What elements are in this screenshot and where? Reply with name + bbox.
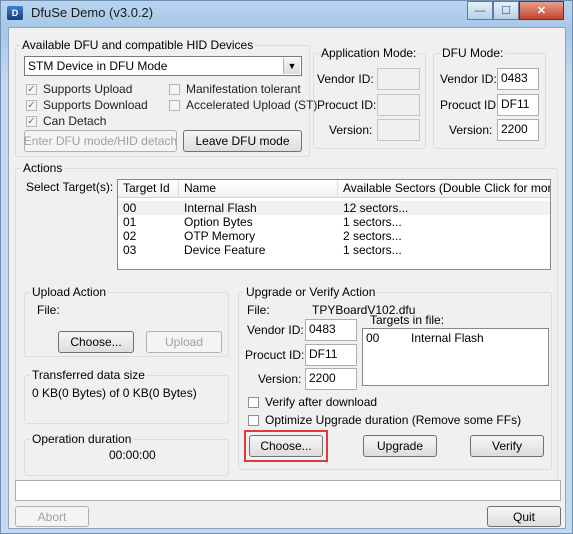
accelerated-upload-label: Accelerated Upload (ST) xyxy=(186,98,318,112)
column-name[interactable]: Name xyxy=(179,180,338,197)
can-detach-checkbox: ✓ Can Detach xyxy=(26,114,106,128)
optimize-upgrade-checkbox[interactable]: Optimize Upgrade duration (Remove some F… xyxy=(248,413,521,427)
actions-group-label: Actions xyxy=(21,161,65,175)
manifestation-tolerant-label: Manifestation tolerant xyxy=(186,82,301,96)
device-select-value: STM Device in DFU Mode xyxy=(28,59,168,73)
verify-after-download-checkbox[interactable]: Verify after download xyxy=(248,395,377,409)
upload-file-label: File: xyxy=(37,303,60,317)
upgrade-choose-button[interactable]: Choose... xyxy=(249,435,323,457)
dfu-mode-label: DFU Mode: xyxy=(440,46,506,60)
target-id: 03 xyxy=(123,243,137,257)
file-target-name: Internal Flash xyxy=(411,331,484,345)
targets-list[interactable]: Target Id Name Available Sectors (Double… xyxy=(117,179,551,270)
target-id: 00 xyxy=(123,201,137,215)
app-product-label: Procuct ID: xyxy=(317,98,377,112)
check-icon: ✓ xyxy=(26,99,37,111)
operation-duration-label: Operation duration xyxy=(30,432,134,446)
target-name: OTP Memory xyxy=(184,229,256,243)
optimize-upgrade-label: Optimize Upgrade duration (Remove some F… xyxy=(265,413,522,427)
abort-button[interactable]: Abort xyxy=(15,506,89,527)
targets-list-header: Target Id Name Available Sectors (Double… xyxy=(118,180,550,198)
status-bar xyxy=(15,480,561,501)
maximize-button[interactable]: ☐ xyxy=(493,1,519,20)
dfu-product-label: Procuct ID: xyxy=(440,98,500,112)
target-row[interactable]: 02 OTP Memory 2 sectors... xyxy=(118,229,550,243)
upload-choose-button[interactable]: Choose... xyxy=(58,331,134,353)
upgrade-vendor-label: Vendor ID: xyxy=(247,323,304,337)
target-name: Internal Flash xyxy=(184,201,257,215)
upgrade-vendor-field: 0483 xyxy=(305,319,357,341)
empty-checkbox-icon xyxy=(169,83,180,95)
upgrade-product-label: Procuct ID: xyxy=(245,348,305,362)
app-version-label: Version: xyxy=(329,123,373,137)
enter-dfu-mode-button[interactable]: Enter DFU mode/HID detach xyxy=(24,130,177,152)
transferred-value: 0 KB(0 Bytes) of 0 KB(0 Bytes) xyxy=(32,386,197,400)
transferred-label: Transferred data size xyxy=(30,368,147,382)
upload-button[interactable]: Upload xyxy=(146,331,222,353)
app-product-field xyxy=(377,94,420,116)
window-title: DfuSe Demo (v3.0.2) xyxy=(31,5,154,20)
targets-in-file-list[interactable]: 00 Internal Flash xyxy=(362,328,549,386)
dfu-version-label: Version: xyxy=(449,123,493,137)
upgrade-file-label: File: xyxy=(247,303,270,317)
supports-upload-checkbox: ✓ Supports Upload xyxy=(26,82,132,96)
target-sectors: 12 sectors... xyxy=(343,201,409,215)
target-sectors: 1 sectors... xyxy=(343,243,402,257)
target-sectors: 2 sectors... xyxy=(343,229,402,243)
device-select[interactable]: STM Device in DFU Mode ▼ xyxy=(24,56,302,76)
target-sectors: 1 sectors... xyxy=(343,215,402,229)
dfu-vendor-label: Vendor ID: xyxy=(440,72,497,86)
app-vendor-label: Vendor ID: xyxy=(317,72,374,86)
empty-checkbox-icon xyxy=(169,99,180,111)
dfu-version-field: 2200 xyxy=(497,119,539,141)
supports-download-label: Supports Download xyxy=(43,98,148,112)
verify-button[interactable]: Verify xyxy=(470,435,544,457)
app-window: D DfuSe Demo (v3.0.2) — ☐ ✕ Available DF… xyxy=(0,0,573,534)
target-row[interactable]: 03 Device Feature 1 sectors... xyxy=(118,243,550,257)
supports-upload-label: Supports Upload xyxy=(43,82,133,96)
list-item[interactable]: 00 Internal Flash xyxy=(363,331,548,345)
target-row[interactable]: 00 Internal Flash 12 sectors... xyxy=(118,201,550,215)
target-id: 01 xyxy=(123,215,137,229)
app-version-field xyxy=(377,119,420,141)
minimize-button[interactable]: — xyxy=(467,1,493,20)
check-icon: ✓ xyxy=(26,83,37,95)
verify-after-download-label: Verify after download xyxy=(265,395,378,409)
column-target-id[interactable]: Target Id xyxy=(118,180,179,197)
app-vendor-field xyxy=(377,68,420,90)
chevron-down-icon[interactable]: ▼ xyxy=(283,58,300,74)
accelerated-upload-checkbox: Accelerated Upload (ST) xyxy=(169,98,317,112)
manifestation-tolerant-checkbox: Manifestation tolerant xyxy=(169,82,301,96)
upgrade-version-label: Version: xyxy=(258,372,302,386)
select-targets-label: Select Target(s): xyxy=(26,180,114,194)
operation-duration-value: 00:00:00 xyxy=(109,448,156,462)
supports-download-checkbox: ✓ Supports Download xyxy=(26,98,148,112)
upgrade-product-field: DF11 xyxy=(305,344,357,366)
file-target-id: 00 xyxy=(366,331,380,345)
devices-group-label: Available DFU and compatible HID Devices xyxy=(20,38,256,52)
application-mode-label: Application Mode: xyxy=(319,46,419,60)
app-icon: D xyxy=(7,6,23,20)
upgrade-version-field: 2200 xyxy=(305,368,357,390)
target-name: Device Feature xyxy=(184,243,266,257)
leave-dfu-mode-button[interactable]: Leave DFU mode xyxy=(183,130,302,152)
empty-checkbox-icon[interactable] xyxy=(248,414,259,426)
dfu-product-field: DF11 xyxy=(497,94,539,116)
column-available-sectors[interactable]: Available Sectors (Double Click for more… xyxy=(338,180,550,197)
target-name: Option Bytes xyxy=(184,215,253,229)
close-button[interactable]: ✕ xyxy=(519,1,564,20)
upgrade-button[interactable]: Upgrade xyxy=(363,435,437,457)
check-icon: ✓ xyxy=(26,115,37,127)
dfu-vendor-field: 0483 xyxy=(497,68,539,90)
upgrade-verify-label: Upgrade or Verify Action xyxy=(244,285,378,299)
title-bar: D DfuSe Demo (v3.0.2) — ☐ ✕ xyxy=(1,1,573,27)
targets-in-file-label: Targets in file: xyxy=(370,313,445,327)
upload-action-label: Upload Action xyxy=(30,285,109,299)
can-detach-label: Can Detach xyxy=(43,114,107,128)
quit-button[interactable]: Quit xyxy=(487,506,561,527)
target-row[interactable]: 01 Option Bytes 1 sectors... xyxy=(118,215,550,229)
target-id: 02 xyxy=(123,229,137,243)
empty-checkbox-icon[interactable] xyxy=(248,396,259,408)
client-area: Available DFU and compatible HID Devices… xyxy=(8,27,566,529)
